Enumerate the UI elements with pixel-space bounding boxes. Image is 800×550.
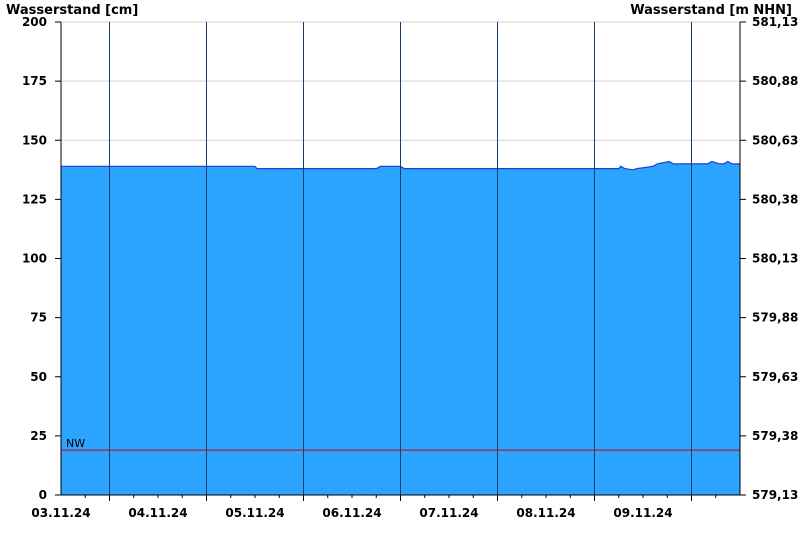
y-right-tick-label: 579,88 xyxy=(752,311,798,325)
x-tick-label: 05.11.24 xyxy=(225,506,284,520)
y-left-tick-label: 200 xyxy=(22,15,47,29)
y-right-tick-label: 580,88 xyxy=(752,74,798,88)
y-right-tick-label: 580,38 xyxy=(752,192,798,206)
y-left-tick-label: 75 xyxy=(30,311,47,325)
water-level-chart: Wasserstand [cm] Wasserstand [m NHN] NW … xyxy=(0,0,800,550)
y-left-tick-label: 25 xyxy=(30,429,47,443)
y-right-tick-label: 579,13 xyxy=(752,488,798,502)
x-tick-label: 04.11.24 xyxy=(128,506,187,520)
x-tick-label: 03.11.24 xyxy=(31,506,90,520)
y-left-tick-label: 100 xyxy=(22,252,47,266)
x-tick-label: 09.11.24 xyxy=(613,506,672,520)
y-left-tick-label: 150 xyxy=(22,133,47,147)
y-left-tick-label: 125 xyxy=(22,192,47,206)
y-left-tick-label: 175 xyxy=(22,74,47,88)
x-tick-label: 07.11.24 xyxy=(419,506,478,520)
y-right-tick-label: 580,63 xyxy=(752,133,798,147)
x-tick-label: 06.11.24 xyxy=(322,506,381,520)
nw-label: NW xyxy=(66,437,85,450)
y-left-tick-label: 0 xyxy=(39,488,47,502)
y-right-tick-label: 579,63 xyxy=(752,370,798,384)
y-right-tick-label: 579,38 xyxy=(752,429,798,443)
y-left-tick-label: 50 xyxy=(30,370,47,384)
y-right-tick-label: 581,13 xyxy=(752,15,798,29)
y-right-tick-label: 580,13 xyxy=(752,252,798,266)
x-tick-label: 08.11.24 xyxy=(516,506,575,520)
